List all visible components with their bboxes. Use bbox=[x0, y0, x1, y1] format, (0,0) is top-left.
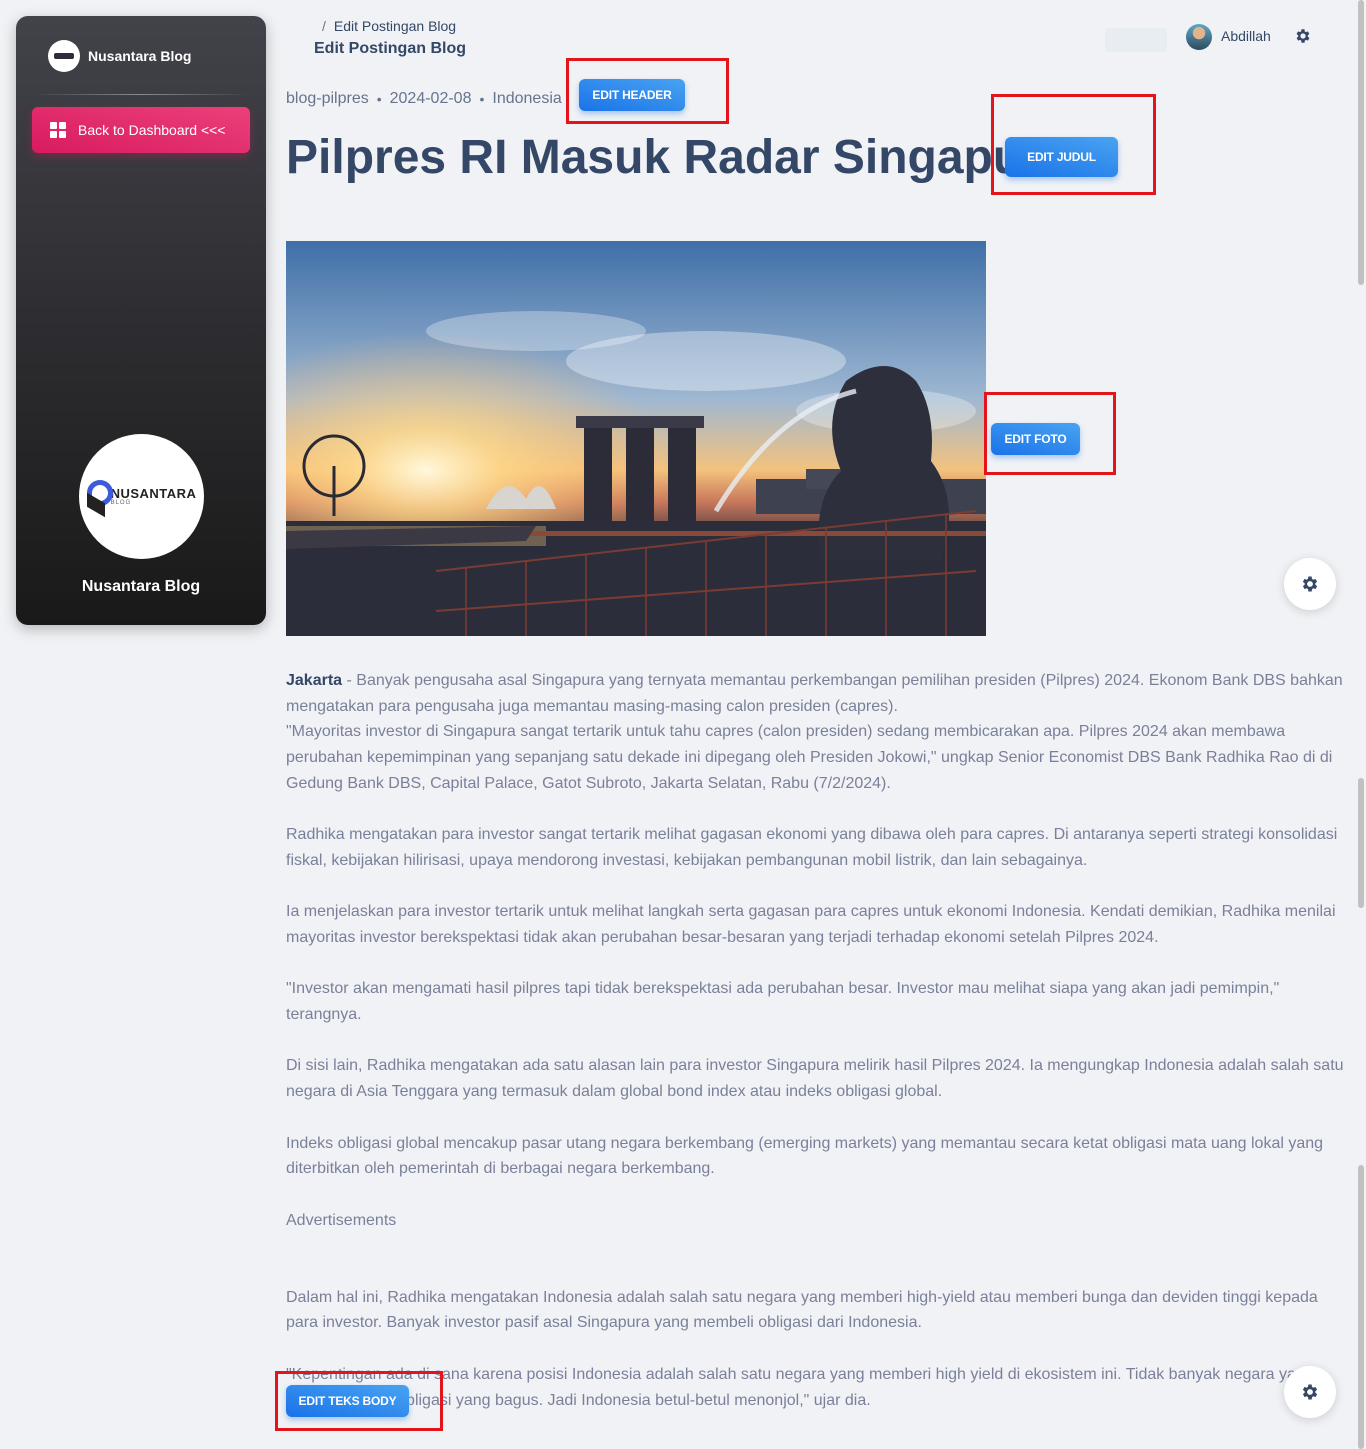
advertisements-label: Advertisements bbox=[286, 1211, 397, 1229]
page-title: Edit Postingan Blog bbox=[314, 40, 466, 57]
footer-name: Nusantara Blog bbox=[81, 578, 201, 595]
settings-fab[interactable] bbox=[1284, 1366, 1336, 1418]
highlight-box bbox=[984, 392, 1116, 475]
body-paragraph: Di sisi lain, Radhika mengatakan ada sat… bbox=[286, 1057, 1344, 1101]
post-photo bbox=[286, 241, 986, 636]
breadcrumb-separator: / bbox=[322, 18, 326, 34]
body-paragraph: "Investor akan mengamati hasil pilpres t… bbox=[286, 980, 1280, 1024]
brand-name: Nusantara Blog bbox=[88, 48, 192, 64]
body-paragraph: "Mayoritas investor di Singapura sangat … bbox=[286, 723, 1333, 792]
body-paragraph: Jakarta - Banyak pengusaha asal Singapur… bbox=[286, 668, 1354, 719]
post-category: Indonesia bbox=[492, 90, 562, 107]
settings-fab[interactable] bbox=[1284, 558, 1336, 610]
body-paragraph: Radhika mengatakan para investor sangat … bbox=[286, 826, 1338, 869]
logo-mark-icon bbox=[86, 479, 113, 514]
body-paragraph: "Kepentingan ada di sana karena posisi I… bbox=[286, 1365, 1314, 1409]
post-date: 2024-02-08 bbox=[389, 90, 472, 107]
article-title: Pilpres RI Masuk Radar Singapura bbox=[286, 131, 1068, 184]
footer-logo: NUSANTARA BLOG bbox=[79, 434, 204, 559]
sidebar-brand[interactable]: Nusantara Blog bbox=[48, 40, 191, 72]
post-body: Jakarta - Banyak pengusaha asal Singapur… bbox=[286, 668, 1354, 1413]
highlight-box bbox=[991, 94, 1156, 195]
scrollbar-thumb[interactable] bbox=[1358, 1165, 1364, 1449]
sidebar: Nusantara Blog Back to Dashboard <<< NUS… bbox=[16, 16, 266, 625]
body-lead-rest: - Banyak pengusaha asal Singapura yang t… bbox=[286, 672, 1343, 715]
footer-logo-title: NUSANTARA bbox=[110, 486, 197, 501]
post-meta: blog-pilpres • 2024-02-08 • Indonesia bbox=[286, 90, 562, 107]
avatar[interactable] bbox=[1186, 24, 1212, 50]
back-to-dashboard-label: Back to Dashboard <<< bbox=[78, 122, 226, 138]
gear-icon[interactable] bbox=[1294, 27, 1312, 45]
sidebar-divider bbox=[32, 94, 250, 95]
body-paragraph: Dalam hal ini, Radhika mengatakan Indone… bbox=[286, 1288, 1318, 1332]
hidden-button[interactable] bbox=[1105, 28, 1167, 52]
gear-icon bbox=[1302, 1384, 1318, 1400]
body-lead-bold: Jakarta bbox=[286, 672, 343, 689]
post-slug: blog-pilpres bbox=[286, 90, 369, 107]
body-paragraph: Indeks obligasi global mencakup pasar ut… bbox=[286, 1134, 1324, 1178]
highlight-box bbox=[566, 58, 729, 124]
scrollbar-thumb[interactable] bbox=[1358, 778, 1364, 908]
breadcrumb: / Edit Postingan Blog bbox=[322, 18, 456, 34]
breadcrumb-current[interactable]: Edit Postingan Blog bbox=[334, 18, 456, 34]
body-paragraph: Ia menjelaskan para investor tertarik un… bbox=[286, 903, 1336, 946]
gear-icon bbox=[1302, 576, 1318, 592]
back-to-dashboard-button[interactable]: Back to Dashboard <<< bbox=[32, 107, 250, 153]
footer-logo-subtitle: BLOG bbox=[110, 500, 132, 506]
user-name[interactable]: Abdillah bbox=[1221, 28, 1271, 44]
dashboard-grid-icon bbox=[50, 122, 66, 138]
scrollbar-thumb[interactable] bbox=[1358, 0, 1364, 285]
highlight-box bbox=[275, 1371, 443, 1431]
brand-logo bbox=[48, 40, 80, 72]
